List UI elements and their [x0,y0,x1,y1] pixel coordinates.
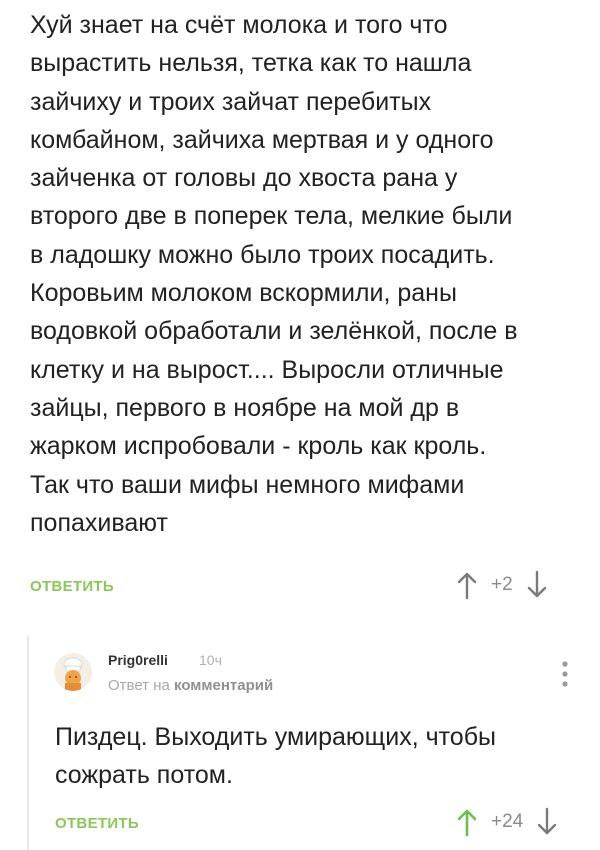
reply-context: Ответ на комментарий [108,677,273,694]
user-avatar[interactable] [54,653,92,691]
reply-score: +24 [491,811,524,832]
reply-vote-controls: +24 [455,807,559,837]
arrow-up-icon[interactable] [455,570,479,600]
cook-avatar-icon [54,653,92,691]
arrow-down-icon[interactable] [535,807,559,837]
reply-reply-button[interactable]: ОТВЕТИТЬ [55,815,139,832]
parent-comment-link[interactable]: комментарий [174,677,273,694]
reply-button[interactable]: ОТВЕТИТЬ [30,578,114,595]
arrow-down-icon[interactable] [525,570,549,600]
timestamp: 10ч [199,652,222,668]
thread-line [27,636,29,850]
arrow-up-icon[interactable] [455,807,479,837]
kebab-menu-icon[interactable] [559,660,571,688]
comment-score: +2 [491,574,513,595]
comment-body: Хуй знает на счёт молока и того что выра… [30,11,518,537]
reply-body: Пиздец. Выходить умирающих, чтобы сожрат… [55,723,496,789]
comment-vote-controls: +2 [455,570,549,600]
username[interactable]: Prig0relli [108,652,168,668]
reply-context-prefix: Ответ на [108,677,170,694]
